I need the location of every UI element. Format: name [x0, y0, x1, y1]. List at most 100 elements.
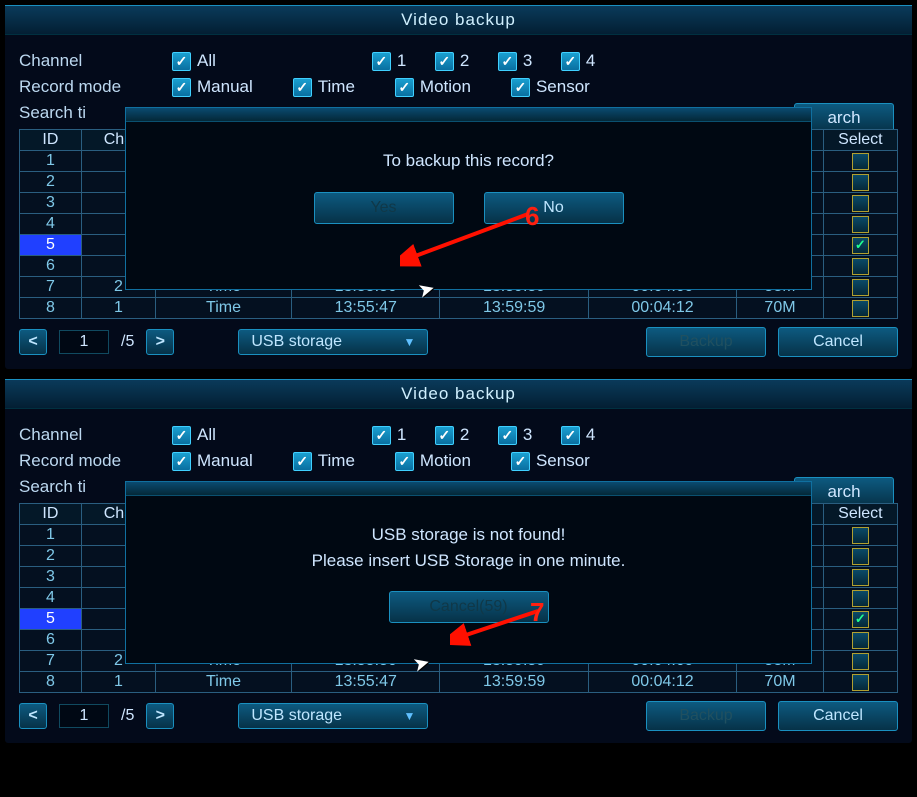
- id-cell: 1: [20, 525, 82, 546]
- row-select-checkbox[interactable]: [852, 279, 869, 296]
- row-select-checkbox[interactable]: [852, 548, 869, 565]
- len-cell: 00:04:12: [588, 298, 736, 319]
- select-cell[interactable]: [823, 609, 897, 630]
- select-cell[interactable]: [823, 567, 897, 588]
- record-mode-label: Record mode: [19, 77, 164, 97]
- channel-3-checkbox[interactable]: 3: [498, 51, 539, 71]
- storage-dropdown[interactable]: USB storage▼: [238, 703, 428, 729]
- confirm-backup-dialog: To backup this record? Yes No: [125, 107, 812, 290]
- id-cell: 7: [20, 277, 82, 298]
- end-cell: 13:59:59: [440, 298, 588, 319]
- channel-3-checkbox[interactable]: 3: [498, 425, 539, 445]
- col-select: Select: [823, 504, 897, 525]
- select-cell[interactable]: [823, 193, 897, 214]
- select-cell[interactable]: [823, 235, 897, 256]
- id-cell: 5: [20, 609, 82, 630]
- page-total: /5: [121, 707, 134, 725]
- id-cell: 6: [20, 630, 82, 651]
- prev-page-button[interactable]: <: [19, 703, 47, 729]
- channel-1-checkbox[interactable]: 1: [372, 425, 413, 445]
- video-backup-window-1: Video backup Channel All 1 2 3 4 Record …: [4, 4, 913, 370]
- window-title: Video backup: [5, 379, 912, 409]
- start-cell: 13:55:47: [292, 298, 440, 319]
- end-cell: 13:59:59: [440, 672, 588, 693]
- row-select-checkbox[interactable]: [852, 653, 869, 670]
- mode-cell: Time: [156, 672, 292, 693]
- mode-time-checkbox[interactable]: Time: [293, 77, 355, 97]
- dialog-cancel-countdown-button[interactable]: Cancel(59): [389, 591, 549, 623]
- row-select-checkbox[interactable]: [852, 611, 869, 628]
- backup-button[interactable]: Backup: [646, 701, 766, 731]
- select-cell[interactable]: [823, 151, 897, 172]
- select-cell[interactable]: [823, 651, 897, 672]
- row-select-checkbox[interactable]: [852, 300, 869, 317]
- window-title: Video backup: [5, 5, 912, 35]
- table-row[interactable]: 81Time13:55:4713:59:5900:04:1270M: [20, 298, 898, 319]
- select-cell[interactable]: [823, 546, 897, 567]
- channel-2-checkbox[interactable]: 2: [435, 51, 476, 71]
- channel-all-checkbox[interactable]: All: [172, 425, 216, 445]
- chevron-down-icon: ▼: [403, 335, 415, 349]
- mode-manual-checkbox[interactable]: Manual: [172, 451, 253, 471]
- row-select-checkbox[interactable]: [852, 258, 869, 275]
- id-cell: 3: [20, 193, 82, 214]
- video-backup-window-2: Video backup Channel All 1 2 3 4 Record …: [4, 378, 913, 744]
- cancel-button[interactable]: Cancel: [778, 327, 898, 357]
- row-select-checkbox[interactable]: [852, 527, 869, 544]
- channel-1-checkbox[interactable]: 1: [372, 51, 413, 71]
- next-page-button[interactable]: >: [146, 329, 174, 355]
- page-number-input[interactable]: 1: [59, 704, 109, 728]
- select-cell[interactable]: [823, 630, 897, 651]
- ch-cell: 1: [81, 672, 155, 693]
- select-cell[interactable]: [823, 277, 897, 298]
- row-select-checkbox[interactable]: [852, 569, 869, 586]
- id-cell: 3: [20, 567, 82, 588]
- row-select-checkbox[interactable]: [852, 632, 869, 649]
- table-row[interactable]: 81Time13:55:4713:59:5900:04:1270M: [20, 672, 898, 693]
- next-page-button[interactable]: >: [146, 703, 174, 729]
- select-cell[interactable]: [823, 672, 897, 693]
- id-cell: 4: [20, 588, 82, 609]
- cancel-button[interactable]: Cancel: [778, 701, 898, 731]
- usb-not-found-dialog: USB storage is not found! Please insert …: [125, 481, 812, 664]
- dialog-titlebar: [126, 108, 811, 122]
- backup-button[interactable]: Backup: [646, 327, 766, 357]
- mode-manual-checkbox[interactable]: Manual: [172, 77, 253, 97]
- id-cell: 8: [20, 298, 82, 319]
- select-cell[interactable]: [823, 256, 897, 277]
- dialog-yes-button[interactable]: Yes: [314, 192, 454, 224]
- channel-all-checkbox[interactable]: All: [172, 51, 216, 71]
- row-select-checkbox[interactable]: [852, 216, 869, 233]
- select-cell[interactable]: [823, 588, 897, 609]
- page-number-input[interactable]: 1: [59, 330, 109, 354]
- id-cell: 5: [20, 235, 82, 256]
- row-select-checkbox[interactable]: [852, 174, 869, 191]
- select-cell[interactable]: [823, 525, 897, 546]
- channel-label: Channel: [19, 51, 164, 71]
- dialog-no-button[interactable]: No: [484, 192, 624, 224]
- channel-4-checkbox[interactable]: 4: [561, 425, 602, 445]
- row-select-checkbox[interactable]: [852, 674, 869, 691]
- row-select-checkbox[interactable]: [852, 590, 869, 607]
- start-cell: 13:55:47: [292, 672, 440, 693]
- storage-dropdown[interactable]: USB storage▼: [238, 329, 428, 355]
- row-select-checkbox[interactable]: [852, 195, 869, 212]
- ch-cell: 1: [81, 298, 155, 319]
- select-cell[interactable]: [823, 172, 897, 193]
- id-cell: 2: [20, 546, 82, 567]
- select-cell[interactable]: [823, 214, 897, 235]
- row-select-checkbox[interactable]: [852, 237, 869, 254]
- mode-motion-checkbox[interactable]: Motion: [395, 451, 471, 471]
- id-cell: 1: [20, 151, 82, 172]
- channel-2-checkbox[interactable]: 2: [435, 425, 476, 445]
- mode-sensor-checkbox[interactable]: Sensor: [511, 77, 590, 97]
- row-select-checkbox[interactable]: [852, 153, 869, 170]
- select-cell[interactable]: [823, 298, 897, 319]
- mode-sensor-checkbox[interactable]: Sensor: [511, 451, 590, 471]
- channel-4-checkbox[interactable]: 4: [561, 51, 602, 71]
- dialog-message-line1: USB storage is not found!: [136, 522, 801, 548]
- id-cell: 7: [20, 651, 82, 672]
- prev-page-button[interactable]: <: [19, 329, 47, 355]
- mode-motion-checkbox[interactable]: Motion: [395, 77, 471, 97]
- mode-time-checkbox[interactable]: Time: [293, 451, 355, 471]
